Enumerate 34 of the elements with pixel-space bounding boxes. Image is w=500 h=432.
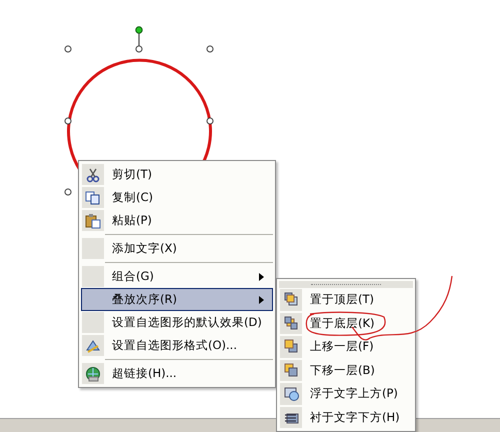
menu-item[interactable]: 剪切(T) [81, 163, 273, 186]
send-backward-icon [284, 362, 298, 378]
submenu-arrow-icon [259, 272, 264, 280]
menu-item[interactable]: 组合(G) [81, 265, 273, 288]
menu-item[interactable]: 设置自选图形格式(O)... [81, 334, 273, 357]
menu-item[interactable]: 置于顶层(T) [279, 288, 413, 312]
menu-item[interactable]: 衬于文字下方(H) [279, 406, 413, 429]
resize-handle[interactable] [206, 46, 214, 52]
submenu-arrow-icon [259, 296, 264, 304]
globe-icon [85, 366, 101, 382]
menu-item[interactable]: 复制(C) [81, 186, 273, 209]
resize-handle[interactable] [206, 118, 214, 124]
bring-forward-icon [284, 339, 298, 354]
menu-item[interactable]: 叠放次序(R) [81, 288, 273, 311]
menu-item[interactable]: 下移一层(B) [279, 358, 413, 382]
clipboard-icon [85, 212, 101, 228]
format-shape-icon [85, 338, 101, 354]
scissors-icon [85, 166, 101, 182]
shape-over-text-icon [284, 386, 298, 402]
send-to-back-icon [284, 316, 298, 331]
bring-to-front-icon [284, 292, 298, 308]
menu-item[interactable]: 粘贴(P) [81, 209, 273, 232]
menu-item[interactable]: 超链接(H)... [81, 362, 273, 385]
menu-item[interactable]: 设置自选图形的默认效果(D) [81, 311, 273, 334]
menu-item[interactable]: 浮于文字上方(P) [279, 382, 413, 406]
resize-handle[interactable] [136, 46, 142, 52]
resize-handle[interactable] [64, 118, 72, 124]
resize-handle[interactable] [64, 46, 72, 52]
menu-item[interactable]: 上移一层(F) [279, 335, 413, 358]
menu-item[interactable]: 置于底层(K) [279, 312, 413, 335]
drag-grip[interactable] [279, 281, 413, 288]
menu-item[interactable]: 添加文字(X) [81, 237, 273, 260]
resize-handle[interactable] [64, 188, 72, 196]
copy-icon [85, 190, 101, 206]
